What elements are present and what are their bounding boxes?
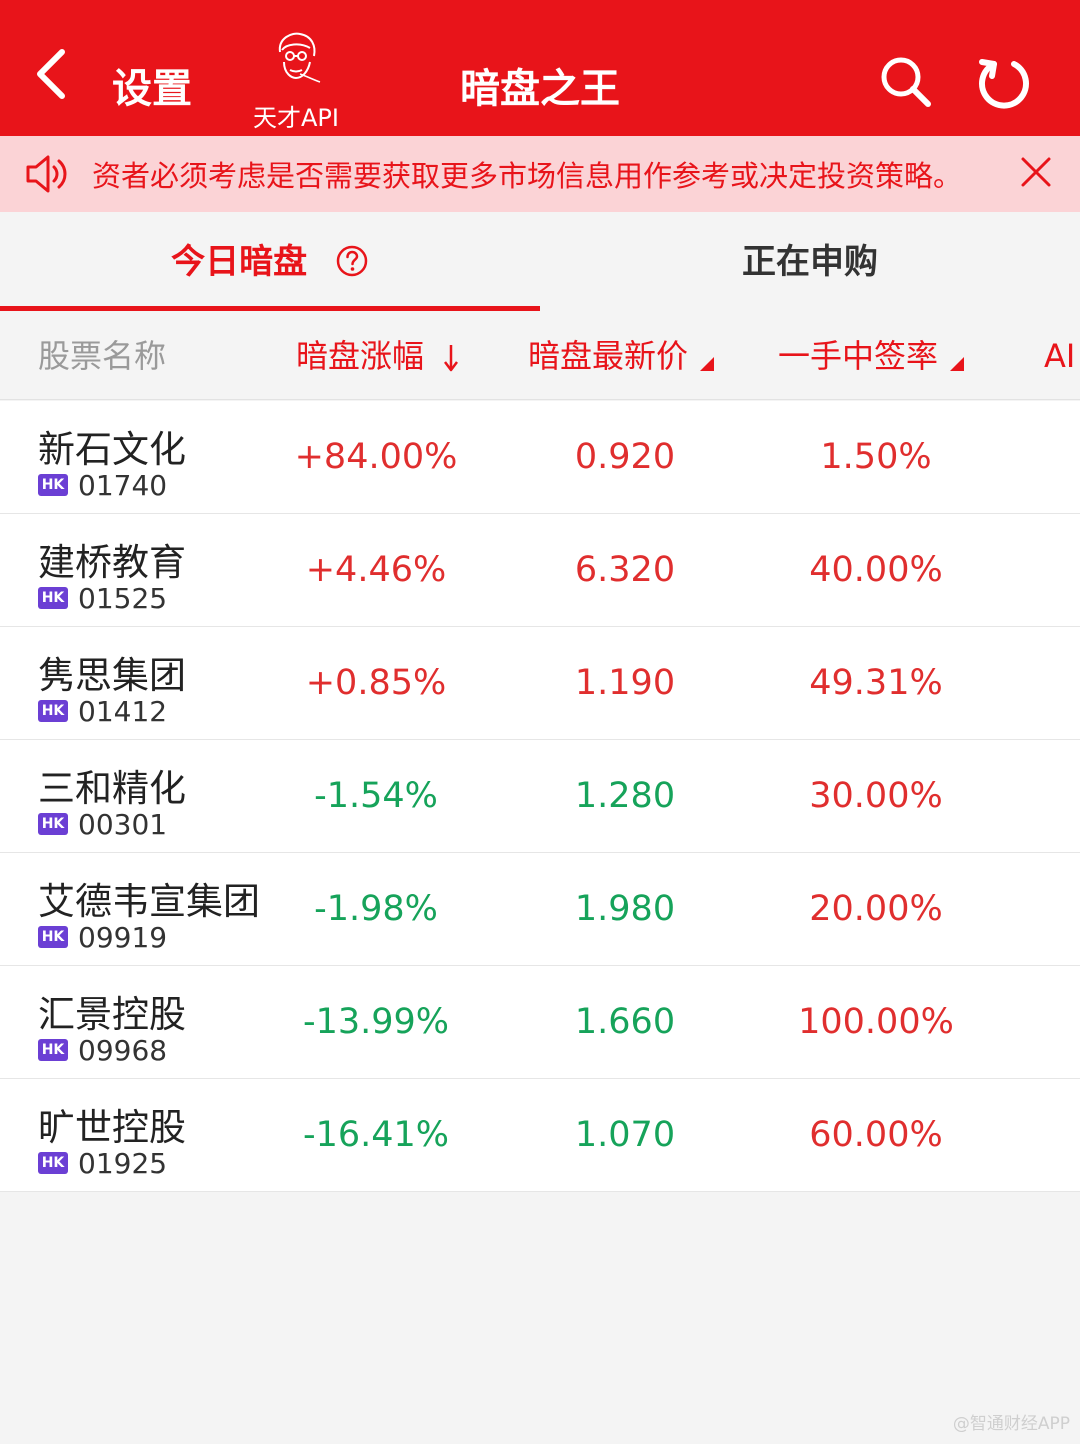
table-row[interactable]: 汇景控股 HK 09968 -13.99% 1.660 100.00% [0,966,1080,1079]
market-badge: HK [38,1039,68,1061]
stock-name: 新石文化 [38,428,186,471]
column-header-change[interactable]: 暗盘涨幅 [296,312,460,399]
stock-name: 三和精化 [38,767,186,810]
active-tab-indicator [0,306,540,311]
table-row[interactable]: 隽思集团 HK 01412 +0.85% 1.190 49.31% [0,627,1080,740]
table-header: 股票名称 暗盘涨幅 暗盘最新价 一手中签率 AI [0,312,1080,400]
change-value: +0.85% [305,663,447,703]
price-value: 1.190 [574,663,676,703]
table-row[interactable]: 旷世控股 HK 01925 -16.41% 1.070 60.00% [0,1079,1080,1192]
logo-text: 天才API [253,104,339,132]
price-value: 1.660 [574,1002,676,1042]
stock-code: 01740 [78,469,168,502]
table-row[interactable]: 建桥教育 HK 01525 +4.46% 6.320 40.00% [0,514,1080,627]
change-value: -13.99% [302,1002,450,1042]
change-value: +84.00% [294,437,458,477]
rate-value: 20.00% [809,889,943,929]
column-header-ai[interactable]: AI [1044,312,1075,399]
change-value: -1.98% [314,889,438,929]
page-title: 暗盘之王 [460,66,620,112]
price-value: 6.320 [574,550,676,590]
refresh-icon [979,59,1029,109]
close-icon [1021,157,1051,187]
change-value: -1.54% [314,776,438,816]
market-badge: HK [38,926,68,948]
price-value: 1.980 [574,889,676,929]
watermark: @智通财经APP [952,1414,1070,1434]
search-button[interactable] [876,52,936,112]
market-badge: HK [38,813,68,835]
rate-value: 60.00% [809,1115,943,1155]
tab-bar: 今日暗盘 正在申购 [0,212,1080,312]
refresh-button[interactable] [972,50,1036,114]
price-value: 1.070 [574,1115,676,1155]
sort-triangle-icon [700,357,715,371]
close-notice-button[interactable] [1018,154,1054,190]
sort-desc-icon [444,345,459,372]
back-button[interactable] [28,44,88,104]
stock-name: 旷世控股 [38,1106,186,1149]
stock-code: 09968 [78,1034,168,1067]
market-badge: HK [38,474,68,496]
tab-label: 今日暗盘 [171,242,308,282]
rate-value: 1.50% [820,437,932,477]
price-value: 0.920 [574,437,676,477]
table-row[interactable]: 艾德韦宣集团 HK 09919 -1.98% 1.980 20.00% [0,853,1080,966]
stock-list: 新石文化 HK 01740 +84.00% 0.920 1.50% 建桥教育 H… [0,401,1080,1192]
price-value: 1.280 [574,776,676,816]
chevron-left-icon [37,49,65,99]
rate-value: 100.00% [798,1002,954,1042]
stock-name: 汇景控股 [38,993,186,1036]
market-badge: HK [38,1152,68,1174]
help-icon[interactable] [335,244,369,278]
stock-code: 01412 [78,695,168,728]
tab-today-grey-market[interactable]: 今日暗盘 [0,212,540,312]
change-value: -16.41% [302,1115,450,1155]
stock-name: 建桥教育 [38,541,186,584]
column-header-price-label: 暗盘最新价 [528,337,689,375]
stock-code: 09919 [78,921,168,954]
stock-name: 隽思集团 [38,654,186,697]
column-header-price[interactable]: 暗盘最新价 [528,312,715,399]
rate-value: 40.00% [809,550,943,590]
api-logo[interactable]: 天才API [236,26,356,132]
rate-value: 30.00% [809,776,943,816]
speaker-icon [26,155,67,193]
column-header-rate[interactable]: 一手中签率 [778,312,965,399]
table-row[interactable]: 三和精化 HK 00301 -1.54% 1.280 30.00% [0,740,1080,853]
column-header-name: 股票名称 [38,337,167,375]
app-header: 设置 天才API 暗盘之王 [0,0,1080,136]
column-header-rate-label: 一手中签率 [778,337,939,375]
stock-name: 艾德韦宣集团 [38,880,260,923]
stock-code: 01925 [78,1147,168,1180]
column-header-change-label: 暗盘涨幅 [296,337,425,375]
stock-code: 01525 [78,582,168,615]
search-icon [881,57,931,107]
tab-subscribing[interactable]: 正在申购 [540,212,1080,312]
stock-code: 00301 [78,808,168,841]
rate-value: 49.31% [809,663,943,703]
portrait-icon [278,32,321,83]
settings-link[interactable]: 设置 [112,56,192,114]
market-badge: HK [38,587,68,609]
sort-triangle-icon [950,357,965,371]
market-badge: HK [38,700,68,722]
notice-text: 资者必须考虑是否需要获取更多市场信息用作参考或决定投资策略。 [92,159,963,193]
table-row[interactable]: 新石文化 HK 01740 +84.00% 0.920 1.50% [0,401,1080,514]
change-value: +4.46% [305,550,447,590]
